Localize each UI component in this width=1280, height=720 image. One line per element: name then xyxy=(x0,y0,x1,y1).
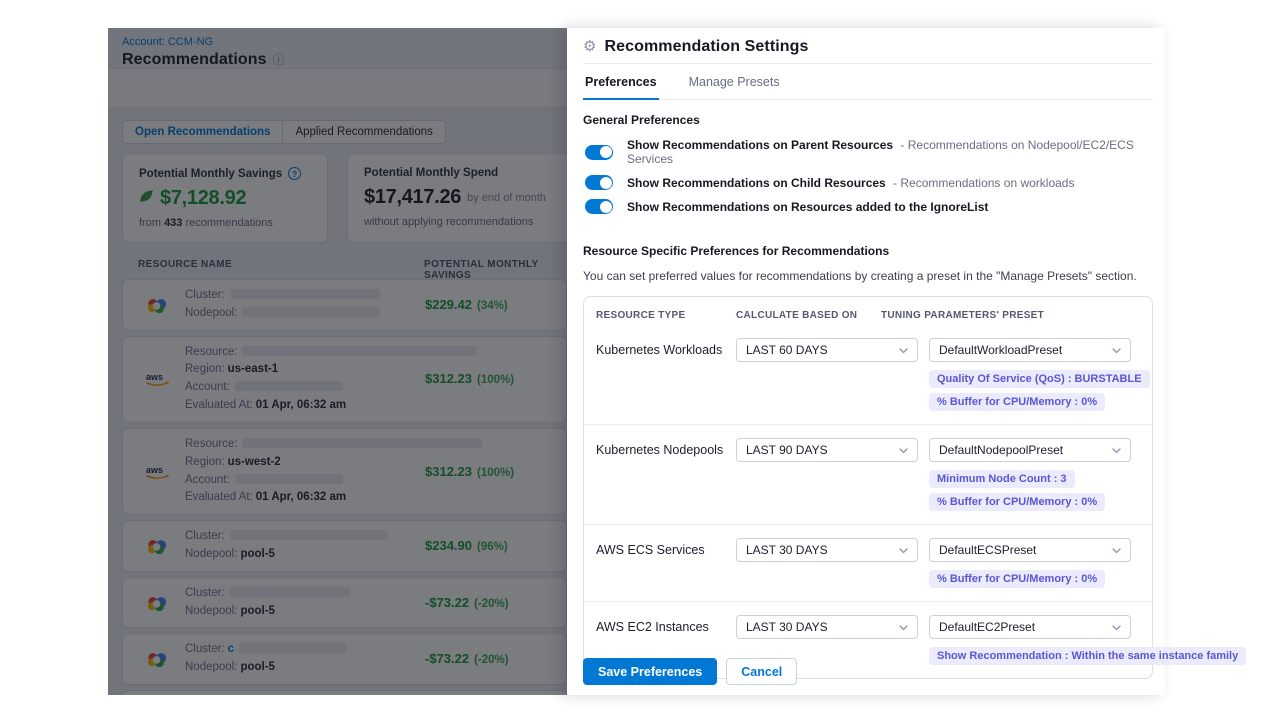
preset-badge-list: % Buffer for CPU/Memory : 0% xyxy=(929,570,1140,588)
toggle-switch[interactable] xyxy=(585,175,613,190)
tuning-preset-select[interactable]: DefaultECSPreset xyxy=(929,538,1131,562)
column-tuning-preset: TUNING PARAMETERS' PRESET xyxy=(881,310,1140,321)
preset-badge: Minimum Node Count : 3 xyxy=(929,470,1075,488)
calculate-based-on-select[interactable]: LAST 30 DAYS xyxy=(736,615,918,639)
tuning-preset-select[interactable]: DefaultEC2Preset xyxy=(929,615,1131,639)
toggle-label: Show Recommendations on Child Resources … xyxy=(627,176,1074,190)
section-general-preferences: General Preferences xyxy=(583,113,1153,127)
resource-type-label: AWS ECS Services xyxy=(596,538,736,557)
cancel-button[interactable]: Cancel xyxy=(726,658,797,685)
chevron-down-icon xyxy=(899,343,908,357)
tab-manage-presets[interactable]: Manage Presets xyxy=(687,70,782,99)
calculate-based-on-select[interactable]: LAST 90 DAYS xyxy=(736,438,918,462)
toggle-switch[interactable] xyxy=(585,145,613,160)
preset-badge-list: Quality Of Service (QoS) : BURSTABLE % Bu… xyxy=(929,370,1150,411)
column-resource-type: RESOURCE TYPE xyxy=(596,310,736,321)
preset-badge: % Buffer for CPU/Memory : 0% xyxy=(929,493,1105,511)
general-toggle-list: Show Recommendations on Parent Resources… xyxy=(583,138,1153,214)
preference-row: Kubernetes Nodepools LAST 90 DAYS Defaul… xyxy=(584,424,1152,524)
dim-overlay xyxy=(108,28,567,695)
chevron-down-icon xyxy=(899,443,908,457)
chevron-down-icon xyxy=(1112,543,1121,557)
drawer-title: Recommendation Settings xyxy=(604,38,808,56)
toggle-row: Show Recommendations on Resources added … xyxy=(585,199,1153,214)
toggle-label: Show Recommendations on Parent Resources… xyxy=(627,138,1153,166)
tab-preferences[interactable]: Preferences xyxy=(583,70,659,100)
resource-type-label: Kubernetes Workloads xyxy=(596,338,736,357)
settings-drawer: ⚙ Recommendation Settings Preferences Ma… xyxy=(567,28,1165,695)
toggle-label: Show Recommendations on Resources added … xyxy=(627,200,992,214)
preset-description: You can set preferred values for recomme… xyxy=(583,269,1153,283)
app: Account: CCM-NG Recommendations ⓘ Open R… xyxy=(108,28,1165,695)
tuning-preset-select[interactable]: DefaultWorkloadPreset xyxy=(929,338,1131,362)
preset-badge: % Buffer for CPU/Memory : 0% xyxy=(929,570,1105,588)
calculate-based-on-select[interactable]: LAST 30 DAYS xyxy=(736,538,918,562)
calculate-based-on-select[interactable]: LAST 60 DAYS xyxy=(736,338,918,362)
toggle-switch[interactable] xyxy=(585,199,613,214)
preset-badge-list: Show Recommendation : Within the same in… xyxy=(929,647,1246,665)
section-resource-preferences: Resource Specific Preferences for Recomm… xyxy=(583,244,1153,258)
chevron-down-icon xyxy=(1112,343,1121,357)
resource-type-label: AWS EC2 Instances xyxy=(596,615,736,634)
preset-badge-list: Minimum Node Count : 3 % Buffer for CPU/M… xyxy=(929,470,1140,511)
drawer-tabs: Preferences Manage Presets xyxy=(583,64,1153,100)
chevron-down-icon xyxy=(1112,620,1121,634)
recommendations-page: Account: CCM-NG Recommendations ⓘ Open R… xyxy=(108,28,567,695)
preset-badge: % Buffer for CPU/Memory : 0% xyxy=(929,393,1105,411)
preferences-table: RESOURCE TYPE CALCULATE BASED ON TUNING … xyxy=(583,296,1153,679)
chevron-down-icon xyxy=(899,620,908,634)
preference-row: AWS ECS Services LAST 30 DAYS DefaultECS… xyxy=(584,524,1152,601)
preferences-table-header: RESOURCE TYPE CALCULATE BASED ON TUNING … xyxy=(584,297,1152,325)
preference-row: Kubernetes Workloads LAST 60 DAYS Defaul… xyxy=(584,325,1152,424)
preferences-rows: Kubernetes Workloads LAST 60 DAYS Defaul… xyxy=(584,325,1152,678)
resource-type-label: Kubernetes Nodepools xyxy=(596,438,736,457)
toggle-row: Show Recommendations on Child Resources … xyxy=(585,175,1153,190)
chevron-down-icon xyxy=(1112,443,1121,457)
save-preferences-button[interactable]: Save Preferences xyxy=(583,658,717,685)
tuning-preset-select[interactable]: DefaultNodepoolPreset xyxy=(929,438,1131,462)
chevron-down-icon xyxy=(899,543,908,557)
toggle-row: Show Recommendations on Parent Resources… xyxy=(585,138,1153,166)
preset-badge: Show Recommendation : Within the same in… xyxy=(929,647,1246,665)
gear-icon: ⚙ xyxy=(583,39,596,54)
preset-badge: Quality Of Service (QoS) : BURSTABLE xyxy=(929,370,1150,388)
